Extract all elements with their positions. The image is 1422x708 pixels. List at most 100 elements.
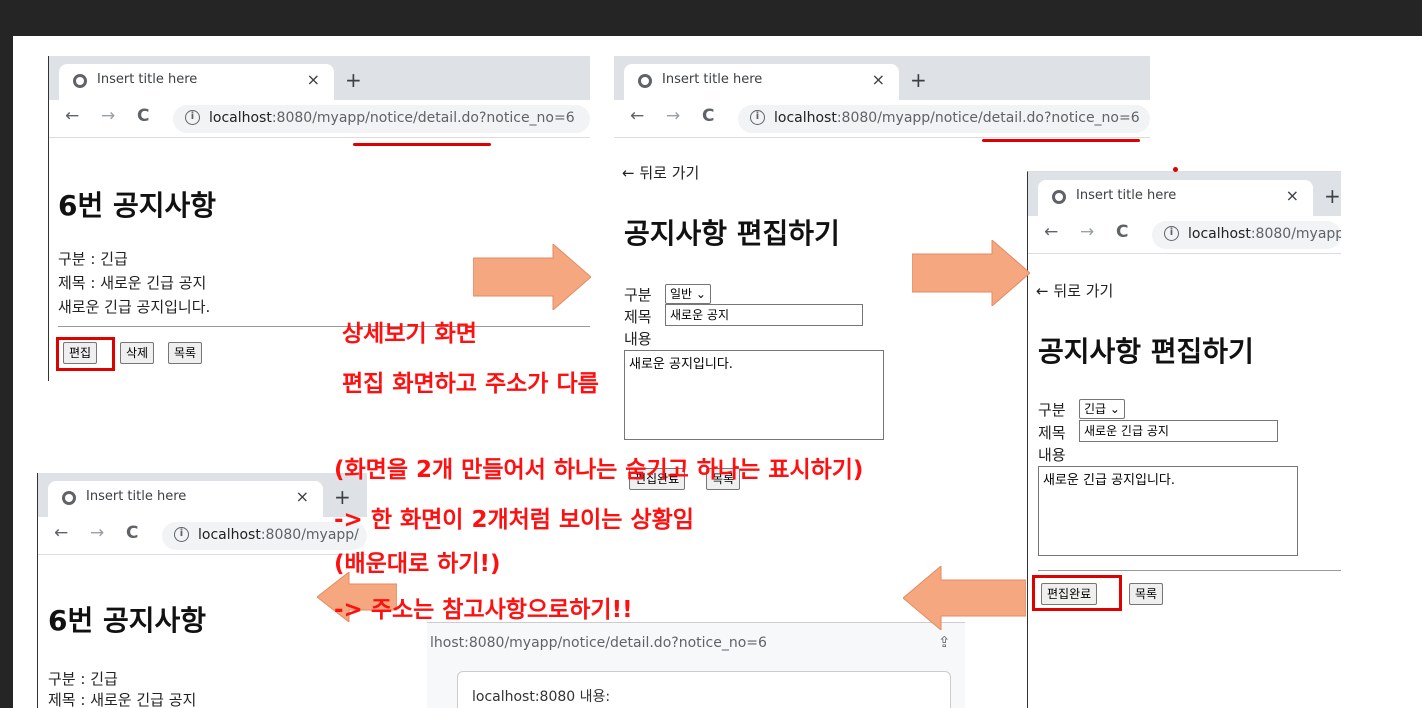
tab-close-icon[interactable]: × (872, 70, 885, 89)
url-underline-2 (982, 139, 1140, 142)
edit-highlight-box (56, 337, 115, 371)
tab-title: Insert title here (1076, 188, 1177, 203)
category-label: 구분 (1038, 401, 1066, 419)
browser-tab[interactable]: Insert title here × (1038, 180, 1313, 216)
nav-bar: ← → C i localhost:8080/myapp/notice/deta… (49, 100, 590, 138)
title-label: 제목 (624, 308, 652, 326)
tab-strip: Insert title here × + (38, 473, 367, 517)
tab-title: Insert title here (97, 72, 198, 87)
page-title: 6번 공지사항 (48, 604, 207, 637)
arrow-right-2-icon (912, 240, 1030, 306)
nav-bar: ← → C i localhost:8080/myapp (1028, 216, 1341, 254)
tab-title: Insert title here (662, 72, 763, 87)
page-title: 6번 공지사항 (58, 189, 217, 222)
arrow-left-1-icon (903, 566, 1026, 630)
forward-arrow-icon[interactable]: → (1080, 222, 1094, 242)
info-icon[interactable]: i (185, 110, 200, 125)
category-select[interactable]: 긴급 ⌄ (1079, 399, 1125, 419)
url-underline-1 (353, 143, 491, 146)
reload-icon[interactable]: C (137, 106, 149, 126)
divider (1038, 570, 1341, 571)
url-host: localhost (198, 527, 261, 543)
globe-icon (73, 74, 87, 88)
address-bar[interactable]: i localhost:8080/myapp/notice/detail.do?… (738, 105, 1150, 133)
globe-icon (62, 491, 76, 505)
list-button[interactable]: 목록 (1129, 583, 1164, 605)
note-two-screens: (화면을 2개 만들어서 하나는 숨기고 하나는 표시하기) (334, 457, 864, 483)
info-icon[interactable]: i (174, 527, 189, 542)
back-arrow-icon[interactable]: ← (54, 523, 68, 543)
title-input[interactable]: 새로운 긴급 공지 (1079, 420, 1278, 442)
info-icon[interactable]: i (750, 110, 765, 125)
url-path: :8080/myapp (1250, 226, 1341, 242)
tab-strip: Insert title here × + (1028, 172, 1341, 216)
globe-icon (1052, 190, 1066, 204)
select-value: 긴급 (1084, 402, 1107, 416)
new-tab-icon[interactable]: + (910, 68, 927, 92)
forward-arrow-icon[interactable]: → (90, 523, 104, 543)
content-label: 내용 (624, 330, 652, 348)
address-bar[interactable]: i localhost:8080/myapp (1152, 221, 1341, 249)
url-path: :8080/myapp/notice/detail.do?notice_no=6 (836, 110, 1140, 126)
back-arrow-icon[interactable]: ← (630, 106, 644, 126)
note-one-screen-two: -> 한 화면이 2개처럼 보이는 상황임 (334, 507, 694, 533)
chevron-down-icon: ⌄ (695, 287, 706, 301)
browser-tab[interactable]: Insert title here × (624, 64, 899, 100)
page-title: 공지사항 편집하기 (624, 217, 840, 250)
title-input[interactable]: 새로운 공지 (665, 304, 863, 326)
content-line: 새로운 긴급 공지입니다. (58, 298, 211, 316)
reload-icon[interactable]: C (702, 106, 714, 126)
title-line: 제목 : 새로운 긴급 공지 (48, 691, 197, 708)
tab-strip: Insert title here × + (49, 56, 590, 100)
note-as-learned: (배운대로 하기!) (334, 551, 501, 577)
browser-window-detail: Insert title here × + ← → C i localhost:… (48, 56, 590, 381)
edit-done-highlight-box (1032, 575, 1122, 611)
info-icon[interactable]: i (1164, 226, 1179, 241)
address-bar[interactable]: i localhost:8080/myapp/notice/detail.do?… (173, 105, 590, 133)
content-textarea[interactable]: 새로운 긴급 공지입니다. (1038, 466, 1298, 556)
content-textarea[interactable]: 새로운 공지입니다. (624, 350, 884, 440)
category-line: 구분 : 긴급 (48, 670, 118, 688)
category-label: 구분 (624, 286, 652, 304)
list-button[interactable]: 목록 (168, 342, 203, 364)
forward-arrow-icon[interactable]: → (666, 106, 680, 126)
back-link[interactable]: ← 뒤로 가기 (622, 162, 699, 183)
new-tab-icon[interactable]: + (1324, 184, 1341, 208)
browser-tab[interactable]: Insert title here × (48, 481, 323, 517)
chevron-down-icon: ⌄ (1109, 402, 1120, 416)
screen-left-bar (0, 0, 13, 708)
note-detail-screen: 상세보기 화면 (342, 321, 477, 347)
forward-arrow-icon[interactable]: → (101, 106, 115, 126)
tab-strip: Insert title here × + (614, 56, 1150, 100)
url-host: localhost (209, 110, 272, 126)
delete-button[interactable]: 삭제 (120, 342, 155, 364)
tab-close-icon[interactable]: × (307, 70, 320, 89)
back-arrow-icon[interactable]: ← (1044, 222, 1058, 242)
title-line: 제목 : 새로운 긴급 공지 (58, 274, 207, 292)
arrow-right-1-icon (473, 244, 591, 310)
back-link[interactable]: ← 뒤로 가기 (1036, 280, 1113, 301)
red-dot (1173, 167, 1178, 172)
category-line: 구분 : 긴급 (58, 250, 128, 268)
globe-icon (638, 74, 652, 88)
new-tab-icon[interactable]: + (345, 68, 362, 92)
select-value: 일반 (670, 287, 693, 301)
url-host: localhost (1188, 226, 1251, 242)
alert-url: lhost:8080/myapp/notice/detail.do?notice… (430, 635, 767, 651)
tab-close-icon[interactable]: × (296, 487, 309, 506)
nav-bar: ← → C i localhost:8080/myapp/ (38, 517, 367, 555)
url-text: localhost:8080/myapp/notice/detail.do?no… (209, 110, 575, 126)
browser-window-edit-2: Insert title here × + ← → C i localhost:… (1027, 171, 1341, 708)
reload-icon[interactable]: C (1116, 222, 1128, 242)
back-arrow-icon[interactable]: ← (65, 106, 79, 126)
share-icon[interactable]: ⇪ (938, 633, 951, 651)
tab-close-icon[interactable]: × (1286, 186, 1299, 205)
content-label: 내용 (1038, 446, 1066, 464)
category-select[interactable]: 일반 ⌄ (665, 284, 711, 304)
browser-tab[interactable]: Insert title here × (59, 64, 334, 100)
nav-bar: ← → C i localhost:8080/myapp/notice/deta… (614, 100, 1150, 138)
url-text: localhost:8080/myapp/notice/detail.do?no… (774, 110, 1140, 126)
title-label: 제목 (1038, 424, 1066, 442)
reload-icon[interactable]: C (126, 523, 138, 543)
page-title: 공지사항 편집하기 (1038, 335, 1254, 368)
